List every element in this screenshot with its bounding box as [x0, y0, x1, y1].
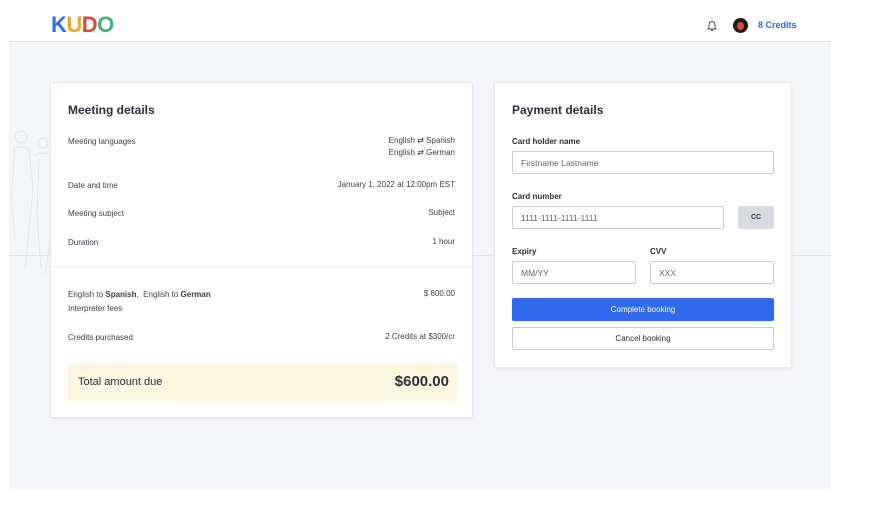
date-time-value: January 1, 2022 at 12:00pm EST: [337, 180, 455, 189]
fee-prefix: English to: [68, 290, 106, 299]
total-amount-value: $600.00: [394, 373, 449, 390]
meeting-details-card: Meeting details Meeting languages Englis…: [50, 82, 474, 418]
meeting-subject-value: Subject: [428, 208, 455, 217]
duration-label: Duration: [68, 238, 99, 247]
total-amount-label: Total amount due: [78, 376, 163, 388]
kudo-logo[interactable]: K U D O: [51, 14, 114, 36]
payment-details-title: Payment details: [512, 103, 604, 117]
language-to: Spanish: [426, 136, 455, 145]
swap-arrow-icon: ⇄: [417, 148, 424, 157]
language-to: German: [426, 148, 455, 157]
logo-letter-o: O: [97, 12, 114, 37]
total-amount-box: Total amount due $600.00: [68, 363, 458, 401]
top-header: K U D O 8 Credits: [9, 9, 831, 42]
language-from: English: [388, 136, 415, 145]
cvv-input[interactable]: [650, 261, 774, 284]
meeting-details-title: Meeting details: [68, 103, 155, 117]
language-pair: English ⇄ German: [389, 147, 455, 159]
expiry-label: Expiry: [512, 247, 537, 256]
card-holder-label: Card holder name: [512, 137, 581, 146]
cvv-label: CVV: [650, 247, 667, 256]
meeting-subject-label: Meeting subject: [68, 209, 125, 218]
expiry-input[interactable]: [512, 261, 636, 284]
logo-letter-u: U: [66, 12, 82, 37]
logo-letter-k: K: [51, 12, 67, 37]
date-time-label: Date and time: [68, 181, 118, 190]
complete-booking-button[interactable]: Complete booking: [512, 298, 774, 321]
app-window: K U D O 8 Credits Meeting details Meetin…: [9, 9, 831, 490]
card-type-button[interactable]: CC: [738, 206, 774, 229]
card-holder-input[interactable]: [512, 151, 774, 174]
language-pair: English ⇄ Spanish: [389, 135, 455, 147]
card-number-input[interactable]: [512, 206, 724, 229]
fee-prefix: English to: [143, 290, 181, 299]
user-avatar[interactable]: [733, 18, 748, 33]
bell-icon[interactable]: [706, 20, 718, 32]
fee-language: Spanish: [105, 290, 137, 299]
cancel-booking-button[interactable]: Cancel booking: [512, 327, 774, 350]
interpreter-fees-label: Interpreter fees: [68, 304, 123, 313]
logo-letter-d: D: [81, 12, 98, 37]
interpreter-languages-line: English to Spanish, English to German: [68, 290, 211, 299]
credits-link[interactable]: 8 Credits: [758, 20, 797, 30]
language-from: English: [388, 148, 415, 157]
section-divider: [51, 267, 474, 268]
fee-language: German: [180, 290, 211, 299]
credits-purchased-value: 2 Credits at $300/cr: [385, 332, 455, 341]
meeting-languages-label: Meeting languages: [68, 137, 136, 146]
interpreter-fees-value: $ 600.00: [423, 289, 455, 298]
meeting-languages-value: English ⇄ Spanish English ⇄ German: [389, 135, 455, 159]
payment-details-card: Payment details Card holder name Card nu…: [494, 82, 792, 368]
credits-purchased-label: Credits purchased: [68, 333, 133, 342]
duration-value: 1 hour: [432, 237, 455, 246]
swap-arrow-icon: ⇄: [417, 136, 424, 145]
card-number-label: Card number: [512, 192, 562, 201]
